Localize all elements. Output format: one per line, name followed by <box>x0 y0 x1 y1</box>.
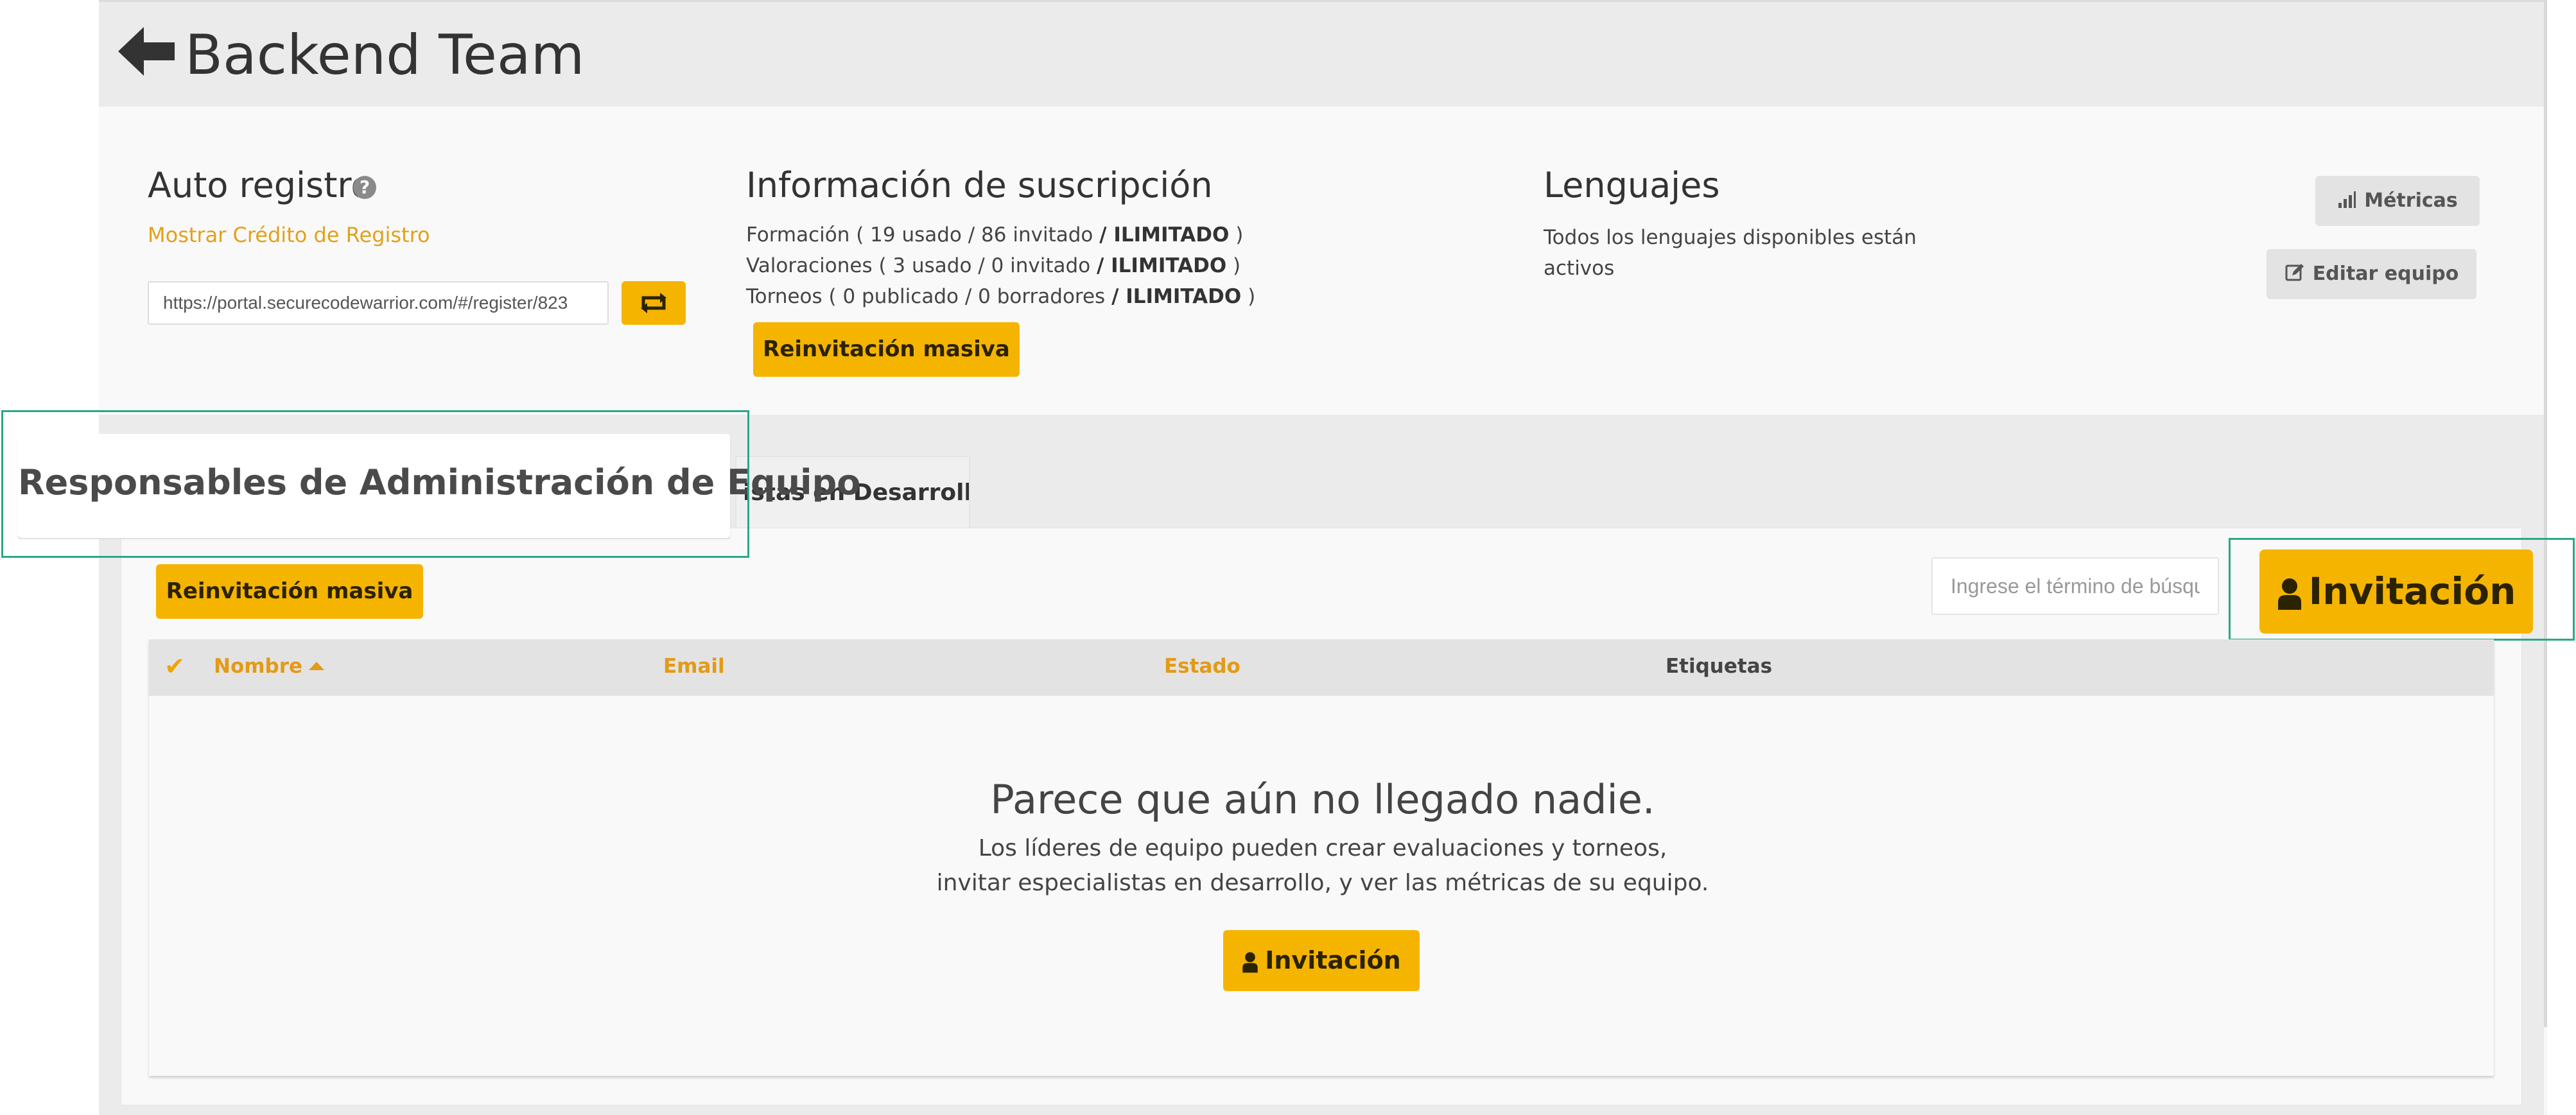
empty-state-invite-button[interactable]: Invitación <box>1223 930 1420 991</box>
metrics-button-label: Métricas <box>2364 189 2458 212</box>
register-url-field[interactable]: https://portal.securecodewarrior.com/#/r… <box>148 281 609 325</box>
empty-state-invite-label: Invitación <box>1265 946 1401 974</box>
refresh-url-button[interactable] <box>622 281 686 325</box>
sort-caret-up-icon <box>309 662 325 670</box>
empty-state-title: Parece que aún no llegado nadie. <box>990 776 1655 823</box>
edit-icon <box>2285 264 2304 281</box>
page-title: Backend Team <box>185 23 585 87</box>
edit-team-button-label: Editar equipo <box>2312 263 2459 285</box>
languages-heading: Lenguajes <box>1544 165 1720 205</box>
edit-team-button[interactable]: Editar equipo <box>2267 249 2476 299</box>
show-register-credit-link[interactable]: Mostrar Crédito de Registro <box>148 222 430 248</box>
column-header-email[interactable]: Email <box>663 652 725 680</box>
assessments-usage: Valoraciones ( 3 usado / 0 invitado / IL… <box>746 254 1241 277</box>
arrow-left-icon[interactable] <box>118 26 176 77</box>
column-header-status[interactable]: Estado <box>1164 652 1240 680</box>
tab-highlight-box <box>1 410 749 558</box>
page-right-border <box>2544 0 2547 1027</box>
table-header <box>149 639 2494 696</box>
metrics-button[interactable]: Métricas <box>2315 176 2480 226</box>
user-icon <box>1242 951 1258 972</box>
tournaments-usage: Torneos ( 0 publicado / 0 borradores / I… <box>746 285 1256 308</box>
languages-text: Todos los lenguajes disponibles están ac… <box>1544 226 1917 280</box>
column-header-tags: Etiquetas <box>1666 655 1773 678</box>
subscription-heading: Información de suscripción <box>746 165 1213 205</box>
bar-chart-icon <box>2338 191 2356 208</box>
empty-state-description-line2: invitar especialistas en desarrollo, y v… <box>936 870 1709 896</box>
refresh-icon <box>641 293 666 313</box>
training-usage: Formación ( 19 usado / 86 invitado / ILI… <box>746 223 1244 246</box>
search-input[interactable] <box>1931 557 2219 615</box>
team-info-section <box>99 107 2544 415</box>
mass-reinvite-button[interactable]: Reinvitación masiva <box>753 322 1020 377</box>
invite-highlight-box <box>2229 538 2575 641</box>
help-icon[interactable]: ? <box>353 176 376 199</box>
check-icon[interactable]: ✔ <box>162 652 187 680</box>
auto-register-heading: Auto registro <box>148 165 372 205</box>
column-header-name[interactable]: Nombre <box>214 652 325 680</box>
panel-mass-reinvite-button[interactable]: Reinvitación masiva <box>156 564 423 619</box>
empty-state-description-line1: Los líderes de equipo pueden crear evalu… <box>978 835 1667 861</box>
